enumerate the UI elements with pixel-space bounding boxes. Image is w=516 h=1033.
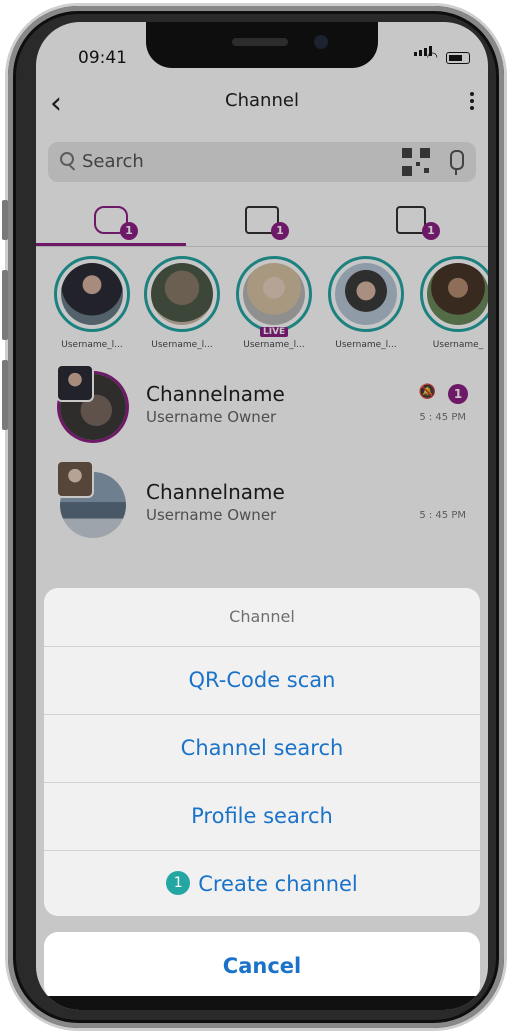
channel-search-option[interactable]: Channel search	[44, 715, 480, 783]
profile-search-option[interactable]: Profile search	[44, 783, 480, 851]
action-sheet: Channel QR-Code scan Channel search Prof…	[44, 588, 480, 916]
wifi-icon: ◠	[426, 50, 438, 65]
screen: 09:41 ◠ ‹ Channel Search 1 1 1 Username_…	[36, 22, 488, 1010]
volume-down-button	[2, 360, 8, 430]
battery-icon	[446, 52, 470, 64]
volume-up-button	[2, 270, 8, 340]
status-bar: 09:41 ◠	[36, 22, 488, 72]
action-sheet-title: Channel	[44, 588, 480, 647]
bottom-bezel	[36, 996, 488, 1010]
mute-switch	[2, 200, 8, 240]
cancel-button[interactable]: Cancel	[44, 932, 480, 1000]
step-marker: 1	[166, 871, 191, 895]
create-channel-label: Create channel	[198, 872, 358, 896]
status-time: 09:41	[78, 48, 127, 68]
qr-code-scan-option[interactable]: QR-Code scan	[44, 647, 480, 715]
create-channel-option[interactable]: 1 Create channel	[44, 851, 480, 916]
